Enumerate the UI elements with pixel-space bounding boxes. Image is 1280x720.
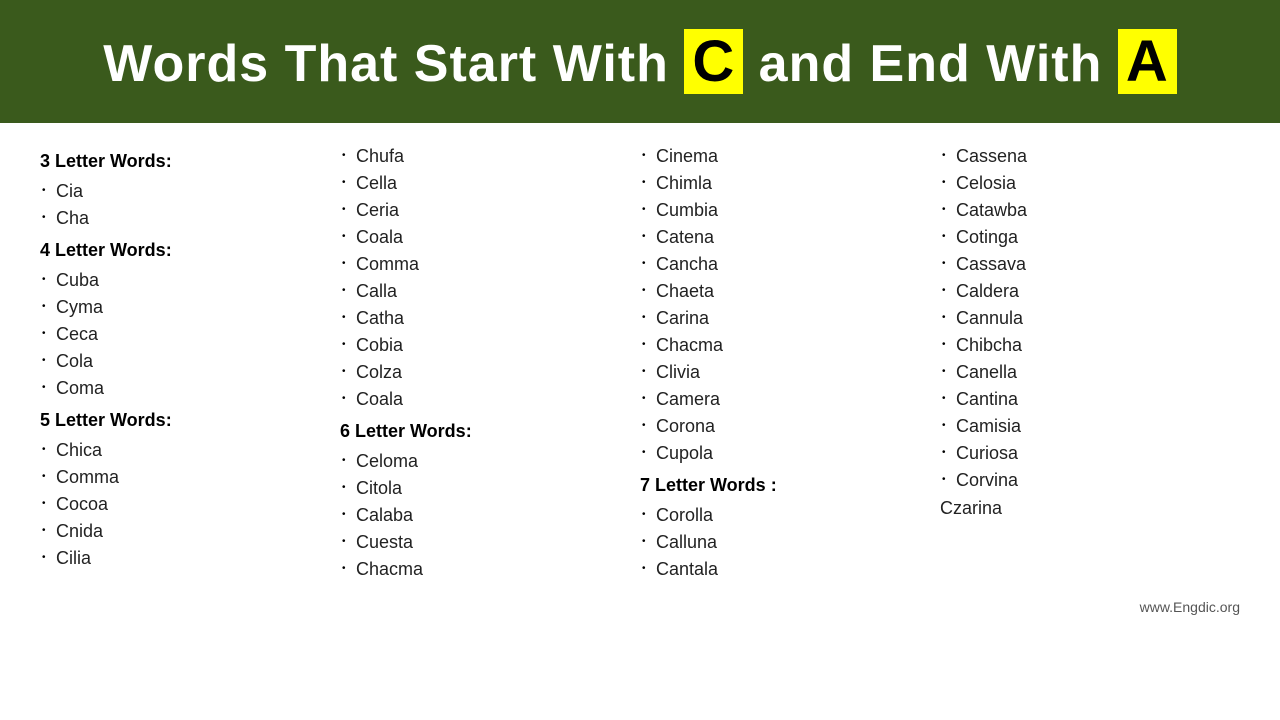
- list-item: Cobia: [340, 332, 630, 359]
- list-item: Cola: [40, 348, 330, 375]
- section-title-2-1: 7 Letter Words :: [640, 475, 930, 496]
- list-item: Chacma: [340, 556, 630, 583]
- footer: www.Engdic.org: [0, 593, 1280, 623]
- list-item: Comma: [340, 251, 630, 278]
- column-2: ChufaCellaCeriaCoalaCommaCallaCathaCobia…: [340, 143, 640, 583]
- list-item: Coala: [340, 386, 630, 413]
- list-item: Catena: [640, 224, 930, 251]
- list-item: Cantala: [640, 556, 930, 583]
- standalone-word: Czarina: [940, 498, 1230, 519]
- letter-a-highlight: A: [1118, 29, 1177, 94]
- word-list-0-2: ChicaCommaCocoaCnidaCilia: [40, 437, 330, 572]
- section-title-1-1: 6 Letter Words:: [340, 421, 630, 442]
- list-item: Coala: [340, 224, 630, 251]
- list-item: Chaeta: [640, 278, 930, 305]
- list-item: Corvina: [940, 467, 1230, 494]
- title-prefix: Words That Start With: [103, 35, 669, 93]
- list-item: Catawba: [940, 197, 1230, 224]
- list-item: Cannula: [940, 305, 1230, 332]
- list-item: Clivia: [640, 359, 930, 386]
- list-item: Catha: [340, 305, 630, 332]
- word-list-1-0: ChufaCellaCeriaCoalaCommaCallaCathaCobia…: [340, 143, 630, 413]
- list-item: Comma: [40, 464, 330, 491]
- list-item: Cinema: [640, 143, 930, 170]
- section-title-0-0: 3 Letter Words:: [40, 151, 330, 172]
- list-item: Chibcha: [940, 332, 1230, 359]
- list-item: Chica: [40, 437, 330, 464]
- word-list-2-1: CorollaCallunaCantala: [640, 502, 930, 583]
- word-list-1-1: CelomaCitolaCalabaCuestaChacma: [340, 448, 630, 583]
- content-area: 3 Letter Words: CiaCha 4 Letter Words: Cuba…: [0, 123, 1280, 593]
- list-item: Chacma: [640, 332, 930, 359]
- list-item: Celoma: [340, 448, 630, 475]
- word-list-0-1: CubaCymaCecaColaComa: [40, 267, 330, 402]
- list-item: Canella: [940, 359, 1230, 386]
- list-item: Cyma: [40, 294, 330, 321]
- list-item: Cassena: [940, 143, 1230, 170]
- title-middle: and End With: [759, 35, 1103, 93]
- list-item: Calluna: [640, 529, 930, 556]
- list-item: Cuesta: [340, 529, 630, 556]
- section-title-0-1: 4 Letter Words:: [40, 240, 330, 261]
- list-item: Camera: [640, 386, 930, 413]
- list-item: Chufa: [340, 143, 630, 170]
- section-title-0-2: 5 Letter Words:: [40, 410, 330, 431]
- word-list-3-0: CassenaCelosiaCatawbaCotingaCassavaCalde…: [940, 143, 1230, 494]
- list-item: Cha: [40, 205, 330, 232]
- letter-c-highlight: C: [684, 29, 743, 94]
- list-item: Ceria: [340, 197, 630, 224]
- list-item: Coma: [40, 375, 330, 402]
- list-item: Calla: [340, 278, 630, 305]
- list-item: Cilia: [40, 545, 330, 572]
- list-item: Cnida: [40, 518, 330, 545]
- word-list-2-0: CinemaChimlaCumbiaCatenaCanchaChaetaCari…: [640, 143, 930, 467]
- list-item: Cassava: [940, 251, 1230, 278]
- column-3: CinemaChimlaCumbiaCatenaCanchaChaetaCari…: [640, 143, 940, 583]
- list-item: Corolla: [640, 502, 930, 529]
- list-item: Colza: [340, 359, 630, 386]
- page-header: Words That Start With C and End With A: [0, 0, 1280, 123]
- list-item: Cumbia: [640, 197, 930, 224]
- list-item: Cella: [340, 170, 630, 197]
- column-1: 3 Letter Words: CiaCha 4 Letter Words: Cuba…: [40, 143, 340, 583]
- list-item: Ceca: [40, 321, 330, 348]
- word-list-0-0: CiaCha: [40, 178, 330, 232]
- list-item: Cuba: [40, 267, 330, 294]
- list-item: Chimla: [640, 170, 930, 197]
- list-item: Cantina: [940, 386, 1230, 413]
- list-item: Celosia: [940, 170, 1230, 197]
- list-item: Calaba: [340, 502, 630, 529]
- list-item: Cupola: [640, 440, 930, 467]
- list-item: Citola: [340, 475, 630, 502]
- list-item: Cia: [40, 178, 330, 205]
- list-item: Cotinga: [940, 224, 1230, 251]
- list-item: Caldera: [940, 278, 1230, 305]
- list-item: Cocoa: [40, 491, 330, 518]
- list-item: Camisia: [940, 413, 1230, 440]
- column-4: CassenaCelosiaCatawbaCotingaCassavaCalde…: [940, 143, 1240, 583]
- list-item: Corona: [640, 413, 930, 440]
- page-title: Words That Start With C and End With A: [40, 28, 1240, 95]
- website-url: www.Engdic.org: [1140, 599, 1240, 615]
- list-item: Carina: [640, 305, 930, 332]
- list-item: Cancha: [640, 251, 930, 278]
- list-item: Curiosa: [940, 440, 1230, 467]
